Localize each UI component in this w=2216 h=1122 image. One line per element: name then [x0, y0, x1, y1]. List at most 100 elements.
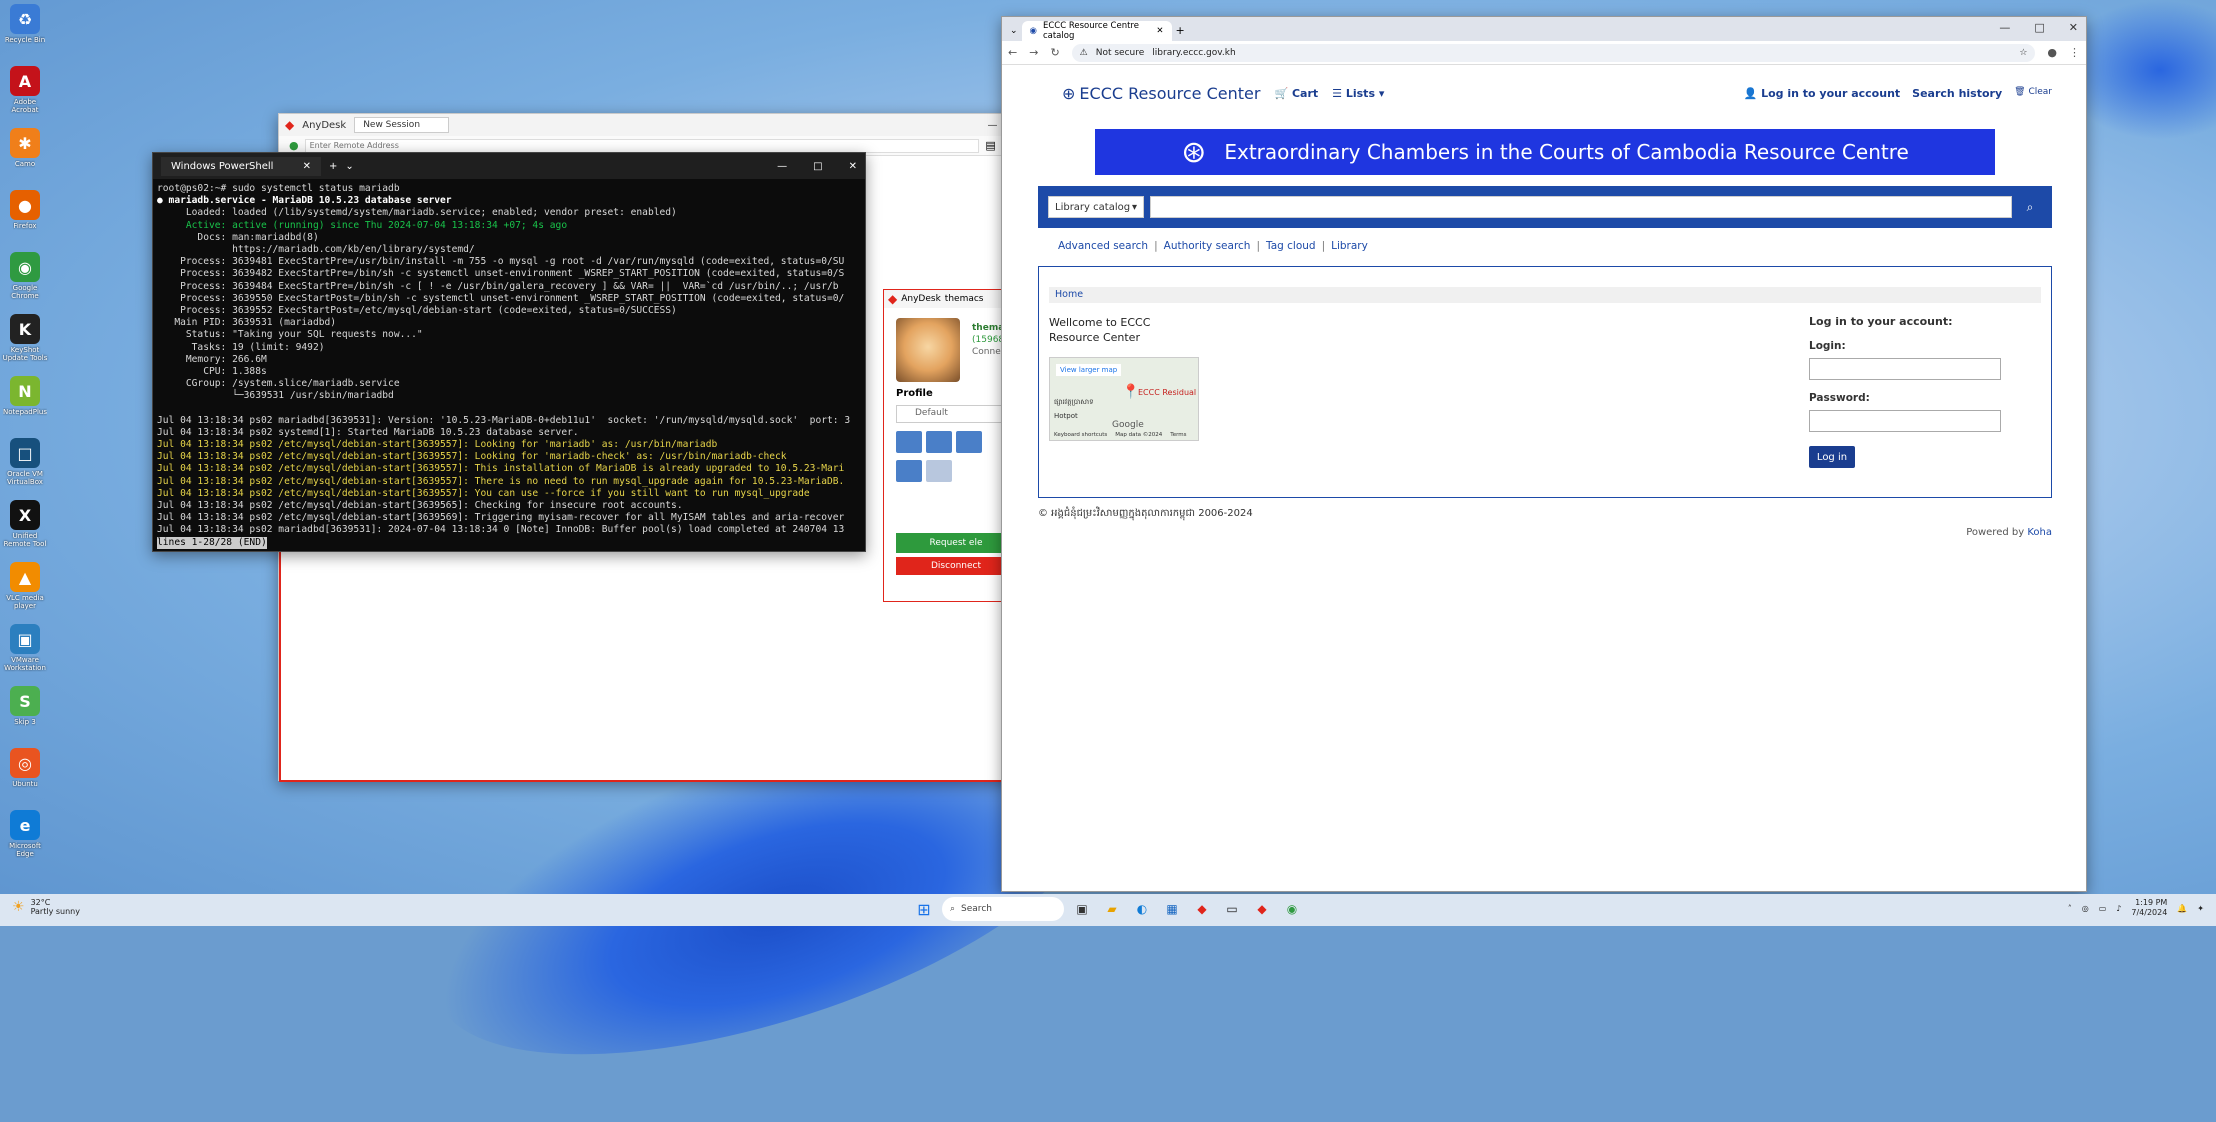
- file-explorer-icon[interactable]: ▰: [1100, 897, 1124, 921]
- file-icon[interactable]: ▤: [985, 139, 995, 152]
- anydesk-icon[interactable]: ◆: [1250, 897, 1274, 921]
- minimize-icon[interactable]: —: [777, 161, 787, 172]
- network-icon[interactable]: ▭: [2099, 904, 2107, 913]
- chevron-down-icon[interactable]: ⌄: [345, 161, 353, 172]
- tray-chevron-icon[interactable]: ˄: [2068, 904, 2072, 913]
- site-logo[interactable]: ⊕ ECCC Resource Center: [1062, 84, 1260, 103]
- powershell-tab[interactable]: Windows PowerShell ✕: [161, 156, 321, 176]
- breadcrumb[interactable]: Home: [1049, 287, 2041, 303]
- desktop-icon[interactable]: ● Firefox: [0, 186, 50, 248]
- cart-link[interactable]: 🛒 Cart: [1274, 87, 1318, 100]
- desktop-icon[interactable]: e Microsoft Edge: [0, 806, 50, 868]
- tab-search-icon[interactable]: ⌄: [1010, 26, 1018, 41]
- desktop-icon[interactable]: K KeyShot Update Tools: [0, 310, 50, 372]
- terminal-line: Jul 04 13:18:34 ps02 /etc/mysql/debian-s…: [157, 500, 683, 512]
- request-elevation-button[interactable]: Request ele: [896, 533, 1016, 553]
- desktop-icon[interactable]: X Unified Remote Tool: [0, 496, 50, 558]
- browser-tab[interactable]: ◉ ECCC Resource Centre catalog ✕: [1021, 21, 1172, 41]
- terms-link[interactable]: Terms: [1170, 432, 1186, 438]
- copilot-icon[interactable]: ✦: [2197, 904, 2204, 913]
- menu-icon[interactable]: ⋮: [2069, 46, 2080, 59]
- volume-icon[interactable]: ♪: [2116, 904, 2121, 913]
- close-tab-icon[interactable]: ✕: [1156, 26, 1163, 36]
- address-bar[interactable]: ⚠ Not secure library.eccc.gov.kh ☆: [1071, 43, 2036, 62]
- edge-icon[interactable]: ◐: [1130, 897, 1154, 921]
- desktop-icon-label: Ubuntu: [12, 780, 38, 788]
- desktop-icon[interactable]: ✱ Camo: [0, 124, 50, 186]
- desktop-icon-label: Recycle Bin: [4, 36, 46, 44]
- password-field[interactable]: [1809, 410, 2001, 432]
- desktop-icon[interactable]: ♻ Recycle Bin: [0, 0, 50, 62]
- search-scope-select[interactable]: Library catalog ▾: [1048, 196, 1144, 218]
- forward-icon[interactable]: →: [1029, 46, 1038, 59]
- desktop-icon[interactable]: ◎ Ubuntu: [0, 744, 50, 806]
- terminal-icon[interactable]: ▭: [1220, 897, 1244, 921]
- chat-button[interactable]: [896, 431, 922, 453]
- task-view-icon[interactable]: ▣: [1070, 897, 1094, 921]
- view-larger-map-link[interactable]: View larger map: [1056, 364, 1122, 376]
- minimize-icon[interactable]: —: [988, 120, 998, 131]
- screen-button[interactable]: [926, 460, 952, 482]
- keyboard-shortcuts-link[interactable]: Keyboard shortcuts: [1054, 432, 1107, 438]
- anydesk-logo-icon: ◆: [888, 292, 898, 306]
- search-history-link[interactable]: Search history: [1912, 87, 2002, 100]
- profile-select[interactable]: Default: [896, 405, 1016, 423]
- new-tab-icon[interactable]: +: [329, 161, 337, 172]
- store-icon[interactable]: ▦: [1160, 897, 1184, 921]
- new-tab-icon[interactable]: +: [1176, 24, 1185, 41]
- search-input[interactable]: [1150, 196, 2012, 218]
- app-icon: □: [10, 438, 40, 468]
- desktop-icon[interactable]: ▲ VLC media player: [0, 558, 50, 620]
- terminal-output[interactable]: root@ps02:~# sudo systemctl status maria…: [153, 179, 865, 549]
- lists-menu[interactable]: ☰ Lists ▾: [1332, 87, 1384, 100]
- tag-cloud-link[interactable]: Tag cloud: [1266, 240, 1316, 252]
- maximize-icon[interactable]: □: [813, 161, 822, 172]
- desktop-icon[interactable]: S Skip 3: [0, 682, 50, 744]
- file-button[interactable]: [926, 431, 952, 453]
- taskbar-apps: ⊞ ⌕ Search ▣ ▰ ◐ ▦ ◆ ▭ ◆ ◉: [912, 897, 1304, 921]
- not-secure-icon[interactable]: ⚠: [1080, 48, 1088, 58]
- remote-address-input[interactable]: [304, 138, 980, 153]
- terminal-line: Jul 04 13:18:34 ps02 systemd[1]: Started…: [157, 426, 579, 438]
- tray-app-icon[interactable]: ◎: [2082, 904, 2089, 913]
- panel-tab[interactable]: themacs: [945, 294, 984, 304]
- avatar: [896, 318, 960, 382]
- pen-button[interactable]: [896, 460, 922, 482]
- chrome-icon[interactable]: ◉: [1280, 897, 1304, 921]
- notification-icon[interactable]: 🔔: [2177, 904, 2187, 913]
- login-field[interactable]: [1809, 358, 2001, 380]
- search-icon[interactable]: ⌕: [2018, 195, 2042, 219]
- anydesk-tab[interactable]: New Session: [354, 117, 450, 133]
- weather-widget[interactable]: ☀ 32°C Partly sunny: [12, 898, 80, 916]
- bookmark-star-icon[interactable]: ☆: [2019, 48, 2027, 58]
- maximize-icon[interactable]: □: [2034, 21, 2044, 34]
- close-tab-icon[interactable]: ✕: [303, 161, 311, 172]
- clear-history-link[interactable]: 🗑 Clear: [2014, 87, 2052, 100]
- close-icon[interactable]: ✕: [849, 161, 857, 172]
- disconnect-button[interactable]: Disconnect: [896, 557, 1016, 575]
- advanced-search-link[interactable]: Advanced search: [1058, 240, 1148, 252]
- minimize-icon[interactable]: —: [1999, 21, 2010, 34]
- desktop-icon[interactable]: ◉ Google Chrome: [0, 248, 50, 310]
- back-icon[interactable]: ←: [1008, 46, 1017, 59]
- start-icon[interactable]: ⊞: [912, 897, 936, 921]
- embedded-map[interactable]: View larger map 📍 ECCC Residual ផ្សារវត្…: [1049, 357, 1199, 441]
- reload-icon[interactable]: ↻: [1050, 46, 1059, 59]
- login-button[interactable]: Log in: [1809, 446, 1855, 468]
- taskbar-search[interactable]: ⌕ Search: [942, 897, 1064, 921]
- clipboard-button[interactable]: [956, 431, 982, 453]
- desktop-icon[interactable]: A Adobe Acrobat: [0, 62, 50, 124]
- library-link[interactable]: Library: [1331, 240, 1368, 252]
- chrome-toolbar: ← → ↻ ⚠ Not secure library.eccc.gov.kh ☆…: [1002, 41, 2086, 65]
- profile-icon[interactable]: ●: [2047, 46, 2057, 59]
- desktop-icon[interactable]: □ Oracle VM VirtualBox: [0, 434, 50, 496]
- anydesk-icon[interactable]: ◆: [1190, 897, 1214, 921]
- login-link[interactable]: 👤 Log in to your account: [1744, 87, 1901, 100]
- desktop-icon[interactable]: ▣ VMware Workstation: [0, 620, 50, 682]
- authority-search-link[interactable]: Authority search: [1164, 240, 1251, 252]
- koha-link[interactable]: Koha: [2027, 527, 2052, 538]
- close-icon[interactable]: ✕: [2069, 21, 2078, 34]
- desktop-icon[interactable]: N NotepadPlus: [0, 372, 50, 434]
- clock[interactable]: 1:19 PM 7/4/2024: [2131, 898, 2167, 918]
- terminal-line: Status: "Taking your SQL requests now...…: [157, 329, 423, 341]
